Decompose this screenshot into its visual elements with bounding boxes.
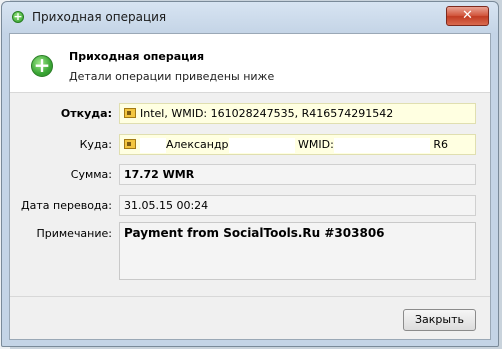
to-purse-partial: R6 [433, 138, 448, 151]
dialog-header: + Приходная операция Детали операции при… [10, 34, 490, 93]
note-field[interactable]: Payment from SocialTools.Ru #303806 [119, 222, 476, 280]
redacted-patronymic [228, 137, 295, 153]
dialog-window: + Приходная операция ✕ + Приходная опера… [1, 1, 499, 347]
from-field[interactable]: Intel, WMID: 161028247535, R416574291542 [119, 103, 476, 124]
dialog-body: + Приходная операция Детали операции при… [9, 33, 491, 340]
to-field[interactable]: Александр WMID: R6 [119, 134, 476, 155]
title-bar[interactable]: + Приходная операция ✕ [2, 2, 498, 32]
from-label: Откуда: [60, 107, 112, 120]
wm-passport-icon [124, 139, 136, 149]
to-wmid-label: WMID: [298, 138, 334, 151]
green-plus-icon: + [31, 55, 53, 77]
window-title: Приходная операция [32, 10, 167, 24]
amount-field[interactable]: 17.72 WMR [119, 164, 476, 185]
to-name: Александр [166, 138, 229, 151]
date-field[interactable]: 31.05.15 00:24 [119, 195, 476, 216]
close-x-icon: ✕ [462, 8, 473, 23]
amount-label: Сумма: [70, 168, 112, 181]
close-button[interactable]: Закрыть [403, 309, 476, 331]
date-label: Дата перевода: [21, 199, 112, 212]
divider [10, 296, 490, 297]
to-label: Куда: [79, 138, 112, 151]
redacted-surname [140, 137, 166, 153]
redacted-wmid [333, 137, 430, 153]
green-plus-icon: + [12, 10, 24, 23]
header-subtitle: Детали операции приведены ниже [69, 70, 275, 83]
header-title: Приходная операция [69, 50, 205, 63]
from-value: Intel, WMID: 161028247535, R416574291542 [140, 107, 394, 120]
wm-passport-icon [124, 108, 136, 118]
window-close-button[interactable]: ✕ [446, 6, 489, 26]
note-label: Примечание: [36, 227, 112, 240]
